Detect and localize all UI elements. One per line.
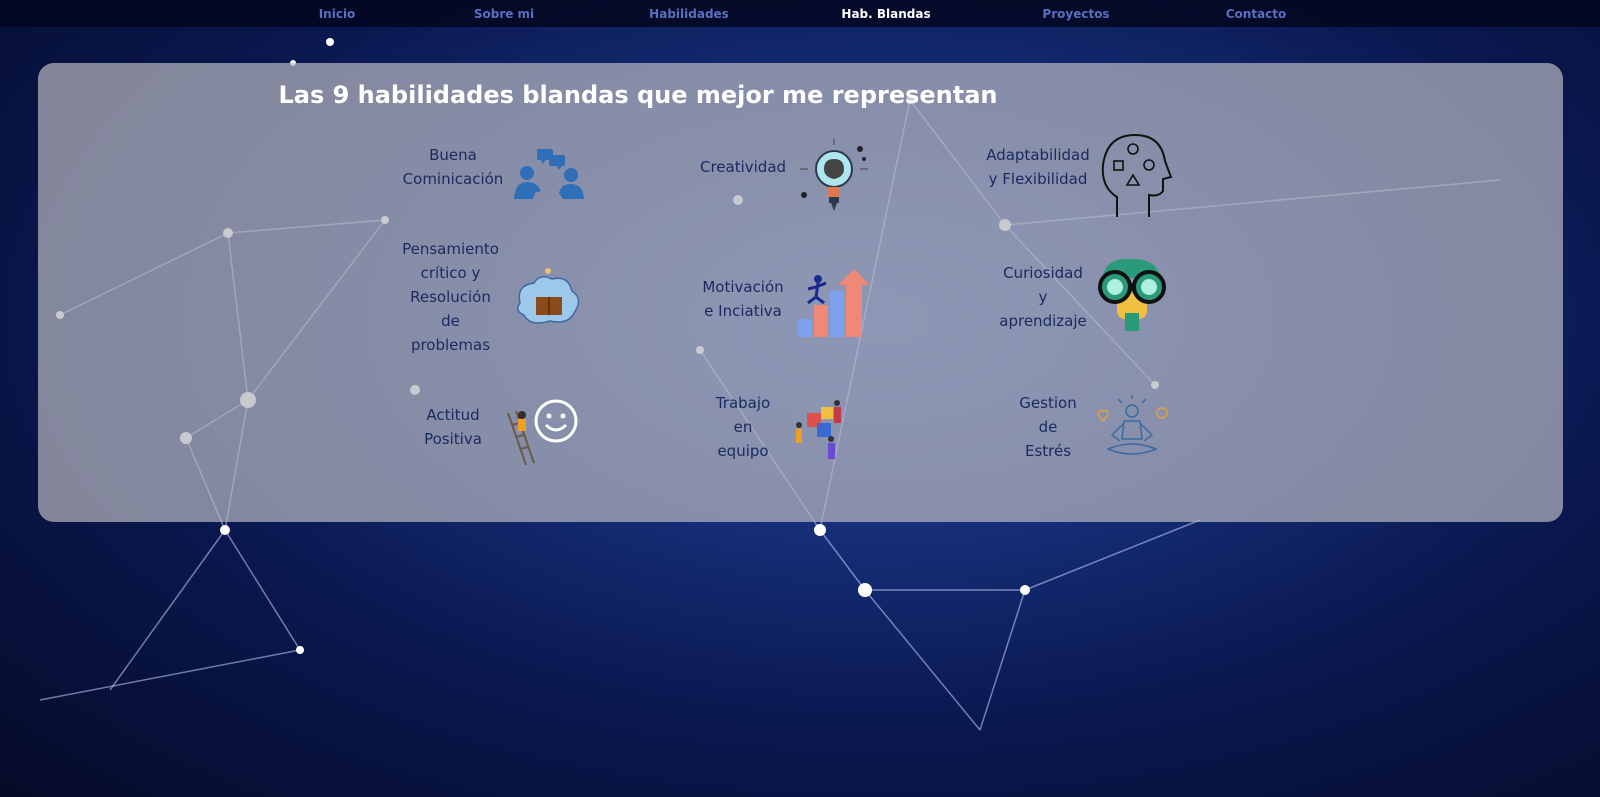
section-title: Las 9 habilidades blandas que mejor me r… [278,81,998,109]
nav-sobre-mi[interactable]: Sobre mi [474,7,534,21]
nav-habilidades[interactable]: Habilidades [649,7,729,21]
teamwork-puzzle-icon [796,400,841,459]
nav-proyectos[interactable]: Proyectos [1042,7,1109,21]
communication-icon [514,149,584,199]
nav-hab-blandas[interactable]: Hab. Blandas [841,7,930,21]
skill-label: Trabajo en equipo [715,394,771,460]
skill-label: Actitud Positiva [424,406,482,448]
soft-skills-panel: Las 9 habilidades blandas que mejor me r… [38,63,1563,522]
skill-label: Adaptabilidad y Flexibilidad [986,146,1090,188]
creativity-brain-bulb-icon [800,139,868,211]
smiley-ladder-icon [507,399,578,466]
growth-arrow-icon [798,269,870,337]
top-navigation: Inicio Sobre mi Habilidades Hab. Blandas… [0,0,1600,27]
brain-book-icon [517,268,580,324]
skill-label: Motivación e Inciativa [702,278,784,320]
skill-label: Curiosidad y aprendizaje [999,264,1087,330]
skill-label: Creatividad [699,158,787,176]
skill-label: Pensamiento crítico y Resolución de problema… [402,240,499,354]
nav-inicio[interactable]: Inicio [319,7,356,21]
skill-label: Buena Cominicación [402,146,504,188]
skill-label: Gestion de Estrés [1019,394,1077,460]
head-shapes-icon [1101,133,1173,217]
nav-contacto[interactable]: Contacto [1226,7,1287,21]
binoculars-icon [1098,258,1166,331]
meditation-icon [1097,395,1168,455]
